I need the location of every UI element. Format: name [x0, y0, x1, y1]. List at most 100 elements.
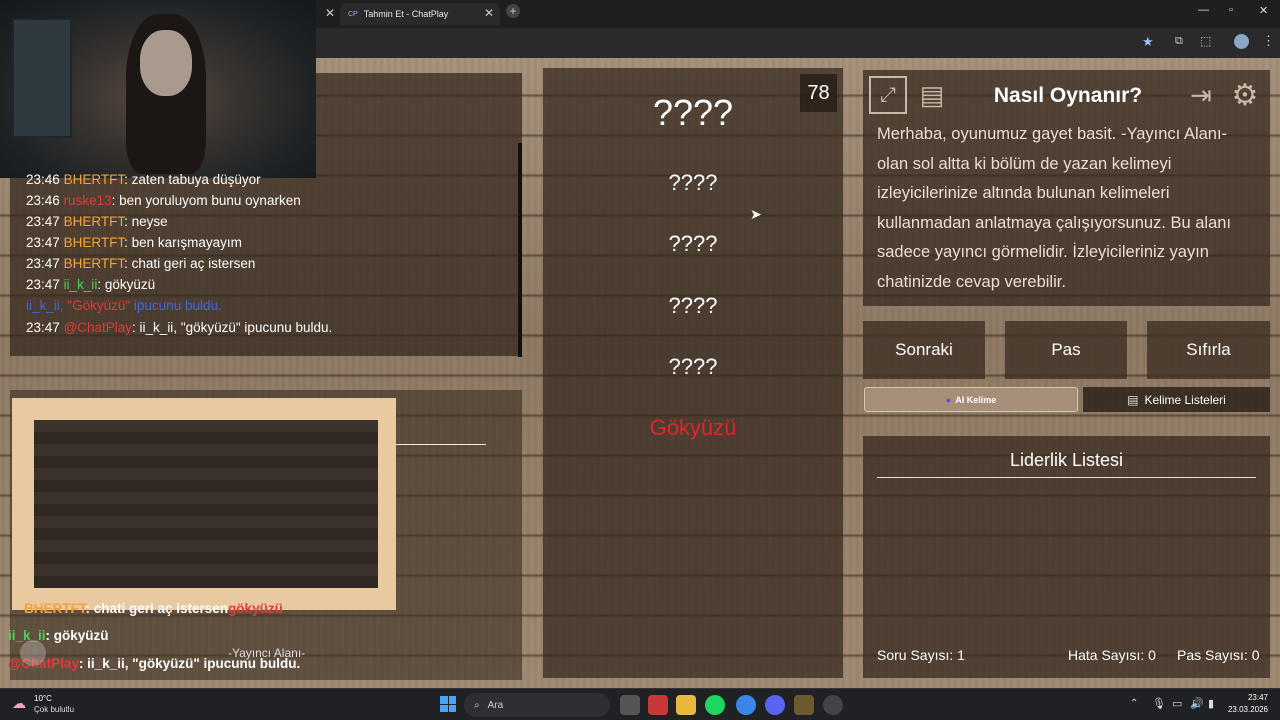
robot-icon: ●	[945, 394, 952, 405]
spotify-icon[interactable]	[705, 695, 725, 715]
webcam-feed	[0, 0, 316, 178]
chat-time: 23:47	[26, 214, 60, 229]
chevron-up-icon[interactable]: ⌃	[1130, 698, 1138, 709]
chat-text: : gökyüzü	[97, 277, 156, 292]
leaderboard-title: Liderlik Listesi	[877, 450, 1256, 478]
network-icon[interactable]: ▭	[1172, 697, 1182, 710]
window-close-icon[interactable]: ✕	[1259, 4, 1268, 17]
obs-icon[interactable]	[823, 695, 843, 715]
word-lists-button[interactable]: ▤ Kelime Listeleri	[1083, 387, 1270, 412]
chat-system-line: 23:47 @ChatPlay: ii_k_ii, "gökyüzü" ipuc…	[26, 320, 332, 335]
weather-desc: Çok bulutlu	[34, 705, 75, 714]
ai-word-button[interactable]: ● AI Kelime	[864, 387, 1078, 412]
chat-text: : chati geri aç istersen	[85, 601, 229, 616]
chat-scrollbar[interactable]	[518, 143, 522, 357]
weather-temp: 10°C	[34, 694, 52, 703]
hidden-word: ????	[668, 354, 718, 379]
close-icon[interactable]: ✕	[325, 6, 335, 20]
fullscreen-icon[interactable]: ⤢	[869, 76, 907, 114]
chat-user: BHERTFT	[63, 172, 125, 187]
chat-line: 23:47 BHERTFT: neyse	[26, 214, 168, 229]
chat-time: 23:46	[26, 193, 60, 208]
chat-user: BHERTFT	[63, 214, 125, 229]
chat-text: : gökyüzü	[45, 628, 109, 643]
webcam-background	[12, 18, 72, 138]
chat-user: BHERTFT	[24, 601, 86, 616]
hidden-word: ????	[668, 170, 718, 195]
search-icon: ⌕	[474, 699, 480, 711]
chat-line: 23:46 ruske13: ben yoruluyom bunu oynark…	[26, 193, 301, 208]
chat-user: @ChatPlay	[63, 320, 133, 335]
chat-text: ipucunu buldu.	[133, 298, 222, 313]
chat-time: 23:47	[26, 256, 60, 271]
stat-label: Hata Sayısı:	[1068, 647, 1145, 663]
windows-start-icon[interactable]	[440, 696, 456, 712]
chat-tail: gökyüzü	[228, 601, 283, 616]
bookmark-star-icon[interactable]: ★	[1142, 34, 1154, 50]
chat-text: : ben yoruluyom bunu oynarken	[111, 193, 301, 208]
profile-avatar[interactable]	[1234, 34, 1249, 49]
taskbar-search[interactable]: ⌕ Ara	[464, 693, 610, 717]
error-count: Hata Sayısı: 0	[1068, 647, 1156, 663]
stat-label: Soru Sayısı:	[877, 647, 954, 663]
clock-time[interactable]: 23:47	[1236, 693, 1268, 702]
help-title: Nasıl Oynanır?	[993, 84, 1143, 107]
chat-user: BHERTFT	[63, 256, 125, 271]
pass-button[interactable]: Pas	[1005, 321, 1127, 379]
volume-icon[interactable]: 🔊	[1190, 697, 1204, 710]
stat-value: 0	[1251, 647, 1260, 663]
overlay-chat-line: ii_k_ii: gökyüzü	[8, 628, 109, 643]
chrome-icon[interactable]	[736, 695, 756, 715]
ai-word-label: AI Kelime	[955, 394, 997, 405]
weather-icon[interactable]: ☁	[12, 695, 26, 712]
extensions-icon[interactable]: ⬚	[1200, 34, 1211, 48]
new-tab-button[interactable]: +	[506, 4, 520, 18]
chat-hint-line: ii_k_ii, "Gökyüzü" ipucunu buldu.	[26, 298, 222, 313]
microphone-icon[interactable]: 🎙	[1152, 697, 1166, 710]
clock-date[interactable]: 23.03.2026	[1224, 705, 1268, 714]
tab-chatplay[interactable]: CP Tahmin Et - ChatPlay	[340, 3, 500, 25]
pixelated-overlay	[12, 398, 396, 610]
maximize-icon[interactable]: ▫	[1229, 4, 1233, 16]
chat-line: 23:47 BHERTFT: chati geri aç istersen	[26, 256, 255, 271]
chat-text: : ben karışmayayım	[124, 235, 242, 250]
task-view-icon[interactable]	[620, 695, 640, 715]
tab-title: Tahmin Et - ChatPlay	[363, 9, 449, 19]
hidden-word: ????	[668, 231, 718, 256]
hidden-word: ????	[652, 92, 734, 133]
help-text: Merhaba, oyunumuz gayet basit. -Yayıncı …	[877, 125, 1232, 291]
chat-text: : ii_k_ii, "gökyüzü" ipucunu buldu.	[132, 320, 333, 335]
chat-user: ii_k_ii	[63, 277, 98, 292]
chat-hint-word: "Gökyüzü"	[67, 298, 131, 313]
chat-user: ii_k_ii,	[26, 298, 64, 313]
webcam-face	[140, 30, 192, 96]
windows-taskbar: ☁ 10°C Çok bulutlu ⌕ Ara ⌃ 🎙 ▭ 🔊 ▮ 23:47 …	[0, 688, 1280, 720]
file-explorer-icon[interactable]	[676, 695, 696, 715]
translate-icon[interactable]: ⧉	[1175, 35, 1183, 48]
chat-time: 23:47	[26, 277, 60, 292]
exit-icon[interactable]: ⇥	[1182, 76, 1220, 114]
more-menu-icon[interactable]: ⋮	[1262, 33, 1275, 49]
discord-icon[interactable]	[765, 695, 785, 715]
battery-icon[interactable]: ▮	[1208, 697, 1214, 710]
chat-text: : chati geri aç istersen	[124, 256, 256, 271]
app-icon[interactable]	[648, 695, 668, 715]
next-button[interactable]: Sonraki	[863, 321, 985, 379]
stat-label: Pas Sayısı:	[1177, 647, 1248, 663]
chat-time: 23:47	[26, 320, 60, 335]
edit-icon[interactable]	[20, 640, 46, 666]
minimize-icon[interactable]: —	[1198, 4, 1209, 16]
list-icon: ▤	[1127, 392, 1139, 407]
settings-gear-icon[interactable]: ⚙	[1226, 76, 1264, 114]
streamer-area-label: -Yayıncı Alanı-	[228, 646, 306, 660]
chat-line: 23:47 BHERTFT: ben karışmayayım	[26, 235, 242, 250]
app-icon[interactable]	[794, 695, 814, 715]
reset-button[interactable]: Sıfırla	[1147, 321, 1270, 379]
notes-icon[interactable]: ▤	[913, 76, 951, 114]
chat-text: : neyse	[124, 214, 168, 229]
divider-line	[396, 444, 486, 445]
chat-user: ruske13	[63, 193, 112, 208]
tab-close-icon[interactable]: ✕	[484, 6, 494, 20]
chat-text: : zaten tabuya düşüyor	[124, 172, 261, 187]
word-lists-label: Kelime Listeleri	[1144, 392, 1226, 407]
